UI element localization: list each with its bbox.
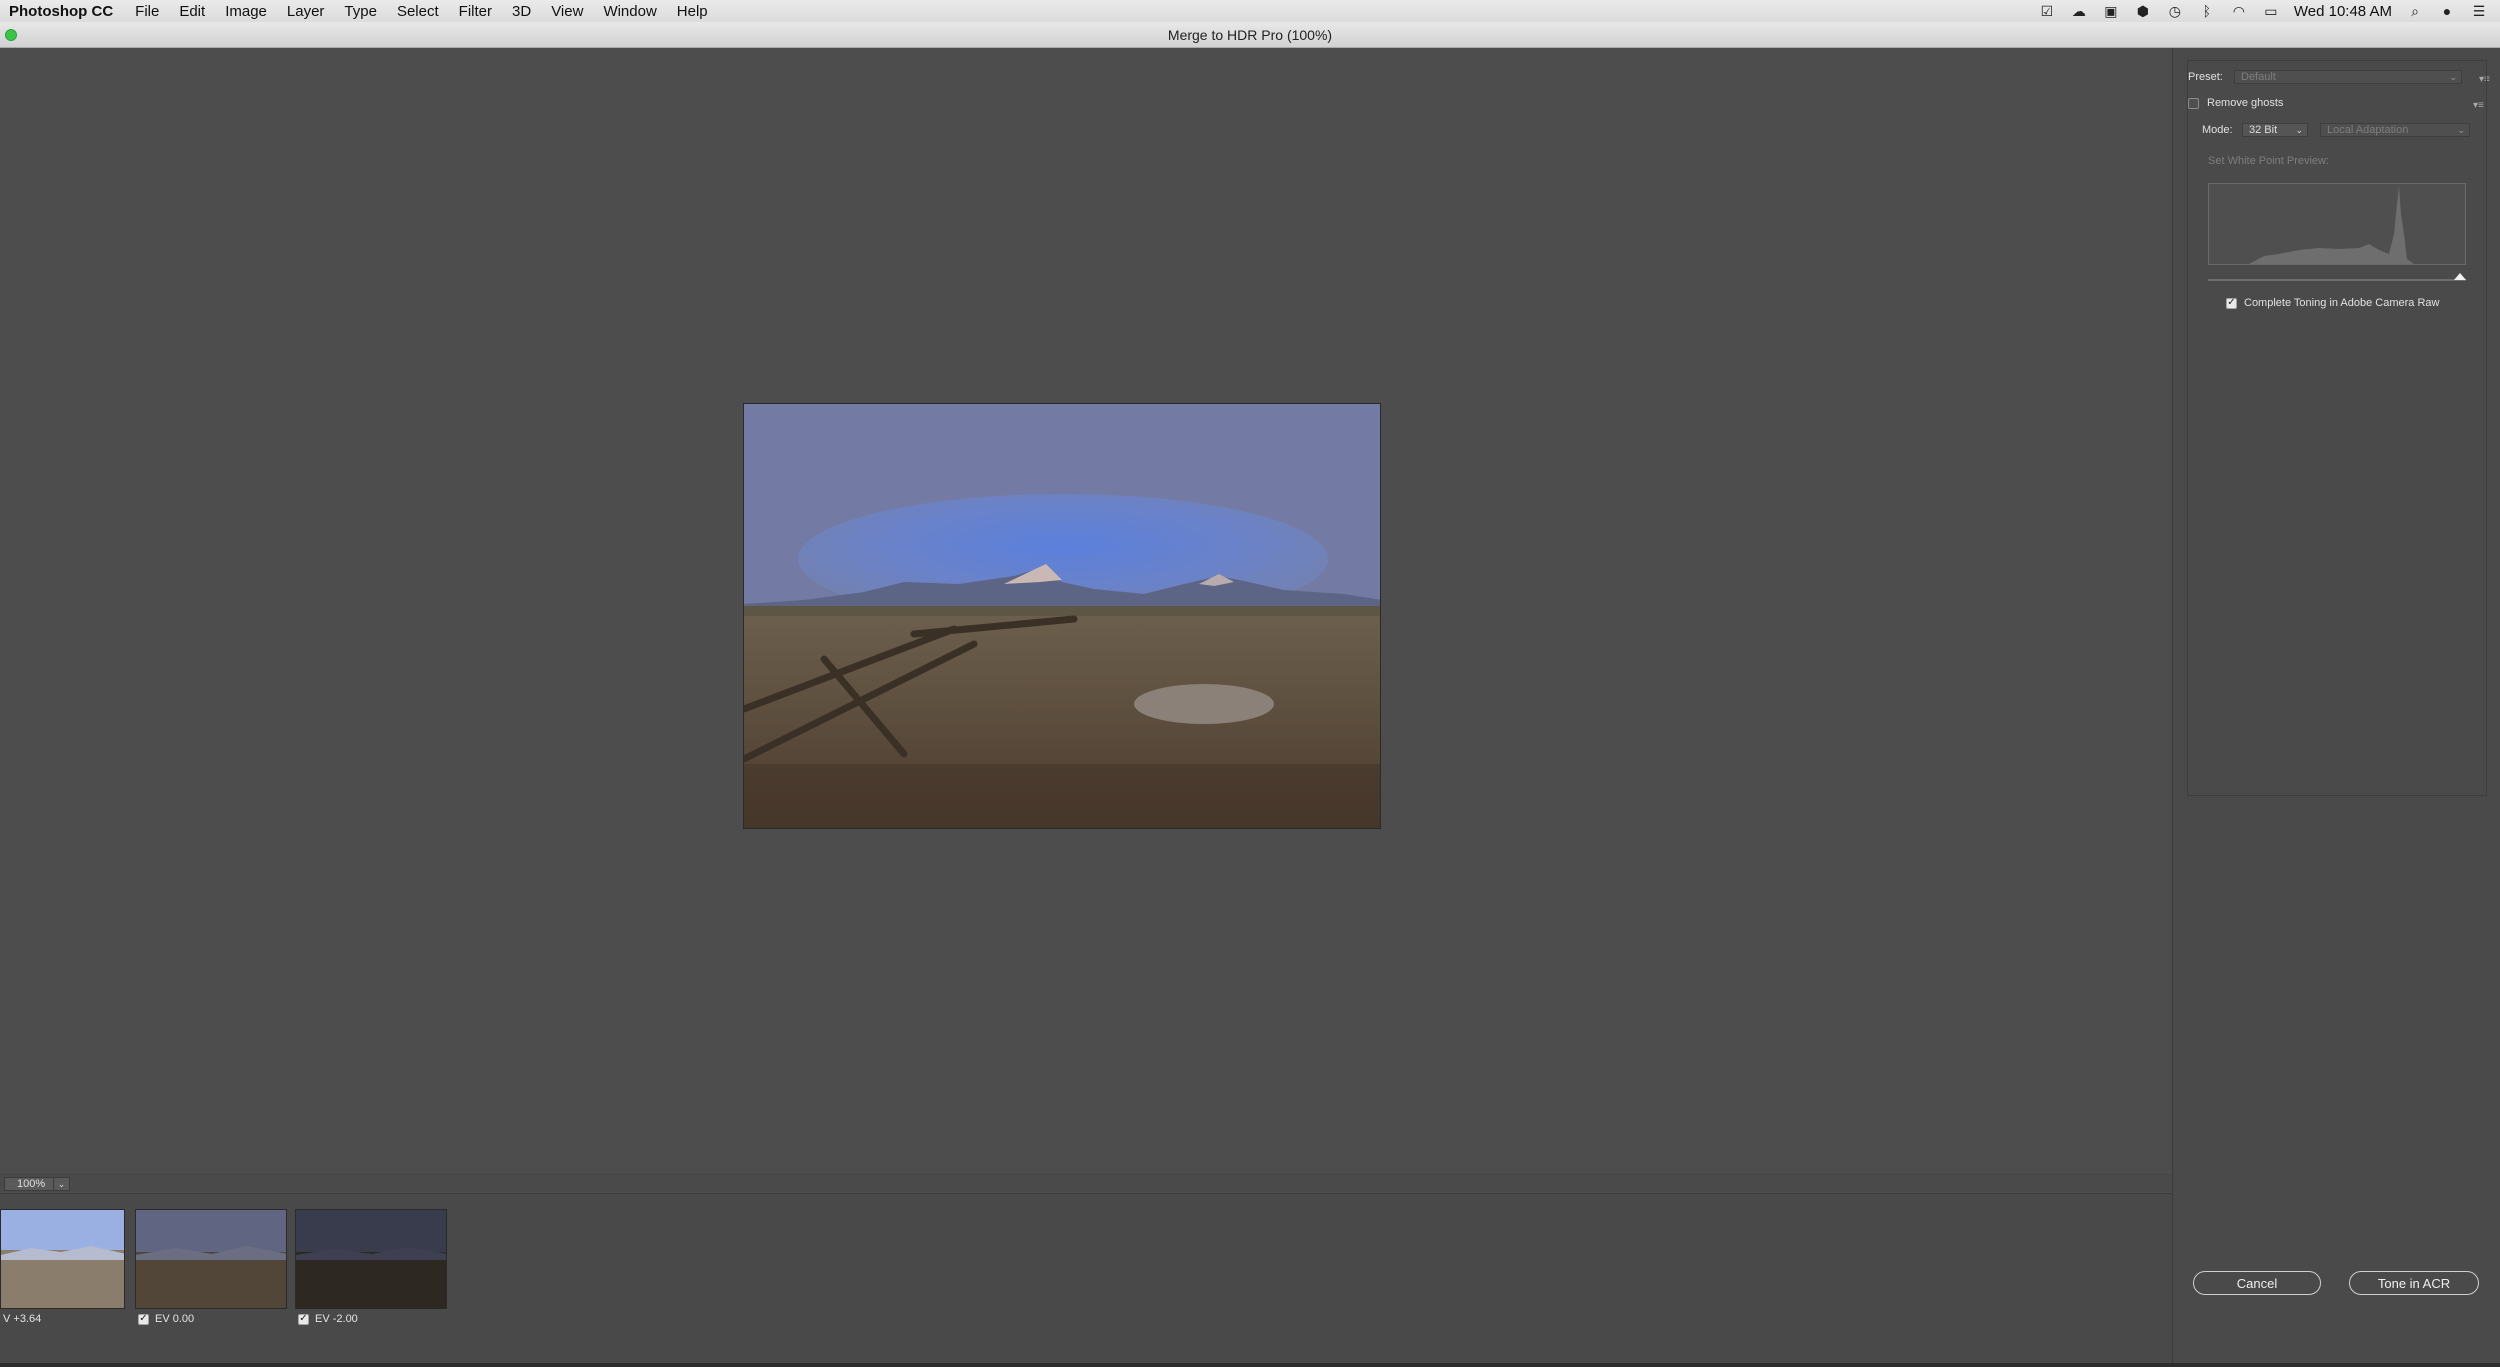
menu-help[interactable]: Help [667,3,718,20]
histogram-graphic [2209,186,2465,264]
white-point-label: Set White Point Preview: [2208,155,2330,167]
ev-label: V +3.64 [3,1313,42,1325]
menu-window[interactable]: Window [593,3,666,20]
menu-file[interactable]: File [125,3,169,20]
creative-cloud-icon[interactable]: ☁ [2070,3,2088,19]
menu-image[interactable]: Image [215,3,277,20]
menubar-status-area: ☑ ☁ ▣ ⬢ ◷ ᛒ ◠ ▭ Wed 10:48 AM ⌕ ● ☰ [2038,3,2500,20]
thumbnail-image-1 [0,1209,125,1309]
menu-layer[interactable]: Layer [277,3,335,20]
source-filmstrip: V +3.64 ✓ EV 0.00 ✓ EV -2.00 [0,1193,2172,1363]
siri-icon[interactable]: ● [2438,3,2456,19]
display-icon[interactable]: ▣ [2102,3,2120,19]
white-point-row: Set White Point Preview: [2208,155,2329,167]
menu-edit[interactable]: Edit [169,3,215,20]
notification-center-icon[interactable]: ☰ [2470,3,2488,19]
preview-stage [0,48,2172,1190]
zoom-value-field[interactable]: 100% [4,1177,54,1191]
menubar-clock[interactable]: Wed 10:48 AM [2294,3,2392,20]
landscape-preview-graphic [744,404,1380,828]
cancel-button[interactable]: Cancel [2193,1271,2321,1295]
menu-select[interactable]: Select [387,3,449,20]
include-checkbox-2[interactable]: ✓ [138,1313,149,1325]
thumbnail-image-3 [295,1209,447,1309]
hdr-preview-image[interactable] [743,403,1381,829]
thumbnail-label-2: ✓ EV 0.00 [135,1309,287,1329]
chevron-down-icon: ⌄ [2295,125,2303,135]
ghost-menu-icon[interactable]: ▾≡ [2473,100,2487,111]
bottom-edge [0,1363,2500,1367]
remove-ghosts-checkbox[interactable] [2188,97,2199,109]
mode-label: Mode: [2202,124,2233,136]
thumbnail-label-3: ✓ EV -2.00 [295,1309,447,1329]
macos-menubar: Photoshop CC File Edit Image Layer Type … [0,0,2500,22]
thumbnail-source-2[interactable]: ✓ EV 0.00 [135,1209,287,1329]
settings-box: Remove ghosts Mode: 32 Bit ⌄ Local Adapt… [2187,60,2487,796]
zoom-bar: 100% ⌄ [0,1174,2172,1192]
histogram [2208,183,2466,265]
complete-toning-label: Complete Toning in Adobe Camera Raw [2244,297,2440,309]
white-point-slider-track[interactable] [2208,279,2466,281]
thumbnail-label-1: V +3.64 [0,1309,152,1329]
thumbnail-graphic-3 [296,1210,446,1308]
ev-label: EV -2.00 [315,1313,358,1325]
mode-row: Mode: 32 Bit ⌄ Local Adaptation ⌄ [2202,123,2470,137]
thumbnail-image-2 [135,1209,287,1309]
mode-select[interactable]: 32 Bit ⌄ [2242,123,2308,137]
chevron-down-icon[interactable]: ⌄ [54,1177,70,1191]
method-value: Local Adaptation [2327,124,2409,136]
thumbnail-source-3[interactable]: ✓ EV -2.00 [295,1209,447,1329]
method-select[interactable]: Local Adaptation ⌄ [2320,123,2470,137]
hdr-settings-panel: Preset: Default ⌄ ▾≡ Remove ghosts Mode:… [2172,48,2500,1367]
white-point-slider-thumb[interactable] [2454,273,2466,280]
remove-ghosts-label: Remove ghosts [2207,97,2284,109]
remove-ghosts-row: Remove ghosts [2188,97,2283,109]
include-checkbox-3[interactable]: ✓ [298,1313,309,1325]
menu-3d[interactable]: 3D [502,3,541,20]
app-menu-photoshop[interactable]: Photoshop CC [0,3,125,20]
zoom-control[interactable]: 100% ⌄ [4,1177,194,1191]
mode-value: 32 Bit [2249,124,2278,136]
wifi-icon[interactable]: ◠ [2230,3,2248,19]
menu-type[interactable]: Type [334,3,387,20]
time-machine-icon[interactable]: ◷ [2166,3,2184,19]
window-titlebar: Merge to HDR Pro (100%) [0,22,2500,48]
search-icon[interactable]: ⌕ [2406,3,2424,19]
thumbnail-source-1[interactable]: V +3.64 [0,1209,152,1329]
tone-in-acr-button[interactable]: Tone in ACR [2349,1271,2479,1295]
bluetooth-icon[interactable]: ᛒ [2198,3,2216,19]
ev-label: EV 0.00 [155,1313,195,1325]
airplay-icon[interactable]: ▭ [2262,3,2280,19]
menu-filter[interactable]: Filter [449,3,502,20]
chevron-down-icon: ⌄ [2457,125,2465,135]
window-zoom-button[interactable] [5,29,17,41]
complete-toning-checkbox[interactable]: ✓ [2226,297,2237,309]
location-icon[interactable]: ⬢ [2134,3,2152,19]
thumbnail-graphic-1 [1,1210,124,1308]
thumbnail-graphic-2 [136,1210,286,1308]
complete-toning-row: ✓ Complete Toning in Adobe Camera Raw [2226,297,2439,309]
menu-view[interactable]: View [541,3,593,20]
window-title: Merge to HDR Pro (100%) [1167,26,1333,43]
check-circle-icon[interactable]: ☑ [2038,3,2056,19]
